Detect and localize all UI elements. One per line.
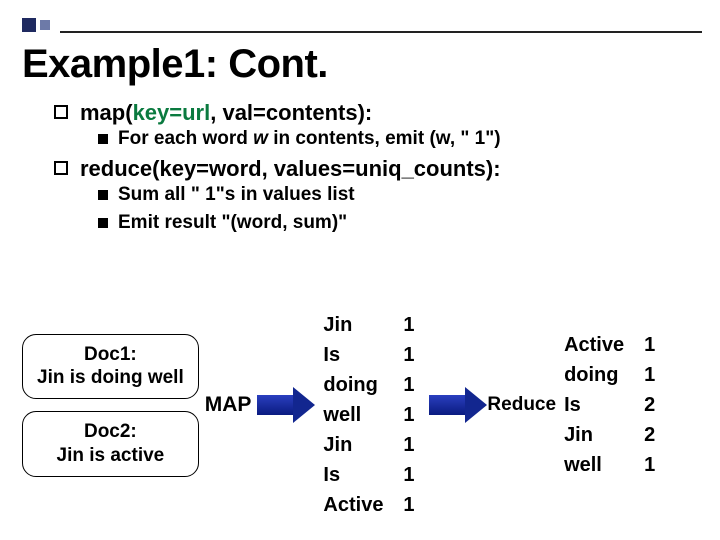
word-cell: Jin bbox=[323, 430, 403, 460]
word-cell: Is bbox=[323, 460, 403, 490]
slide-title: Example1: Cont. bbox=[22, 42, 328, 87]
slide-accent bbox=[22, 18, 54, 32]
reduce-arrow-icon bbox=[429, 385, 489, 425]
word-cell: well bbox=[323, 400, 403, 430]
word-cell: Jin bbox=[564, 420, 644, 450]
bullet-list: map(key=url, val=contents): For each wor… bbox=[54, 100, 700, 240]
count-cell: 1 bbox=[644, 450, 664, 480]
reduce-line: reduce(key=word, values=uniq_counts): bbox=[80, 156, 501, 182]
count-cell: 1 bbox=[403, 340, 423, 370]
word-cell: Is bbox=[323, 340, 403, 370]
count-cell: 1 bbox=[403, 490, 423, 520]
count-cell: 1 bbox=[644, 330, 664, 360]
kv-row: Jin1 bbox=[323, 430, 423, 460]
map-sub1w: w bbox=[253, 128, 268, 149]
word-cell: Jin bbox=[323, 310, 403, 340]
reduce-label: Reduce bbox=[487, 394, 556, 416]
word-cell: Is bbox=[564, 390, 644, 420]
count-cell: 1 bbox=[403, 460, 423, 490]
bullet-reduce-sub1: Sum all " 1"s in values list bbox=[98, 184, 700, 206]
slide-divider bbox=[60, 31, 702, 33]
kv-row: Is1 bbox=[323, 460, 423, 490]
bullet-square-icon bbox=[98, 134, 108, 144]
kv-row: Is2 bbox=[564, 390, 664, 420]
doc2-title: Doc2: bbox=[37, 420, 184, 444]
count-cell: 1 bbox=[403, 370, 423, 400]
word-cell: well bbox=[564, 450, 644, 480]
count-cell: 2 bbox=[644, 420, 664, 450]
doc1-box: Doc1: Jin is doing well bbox=[22, 334, 199, 400]
word-cell: Active bbox=[323, 490, 403, 520]
doc1-text: Jin is doing well bbox=[37, 366, 184, 390]
bullet-reduce: reduce(key=word, values=uniq_counts): bbox=[54, 156, 700, 182]
bullet-reduce-sub2: Emit result "(word, sum)" bbox=[98, 212, 700, 234]
map-rest: , val=contents): bbox=[210, 100, 372, 125]
reduce-sub2: Emit result "(word, sum)" bbox=[118, 212, 347, 234]
kv-row: well1 bbox=[564, 450, 664, 480]
count-cell: 1 bbox=[403, 400, 423, 430]
docs-column: Doc1: Jin is doing well Doc2: Jin is act… bbox=[22, 334, 199, 477]
kv-row: Is1 bbox=[323, 340, 423, 370]
kv-row: Jin2 bbox=[564, 420, 664, 450]
count-cell: 1 bbox=[644, 360, 664, 390]
kv-row: Active1 bbox=[564, 330, 664, 360]
reduce-output-column: Active1doing1Is2Jin2well1 bbox=[564, 330, 664, 480]
kv-row: doing1 bbox=[323, 370, 423, 400]
diagram: Doc1: Jin is doing well Doc2: Jin is act… bbox=[22, 290, 710, 520]
bullet-map: map(key=url, val=contents): bbox=[54, 100, 700, 126]
count-cell: 1 bbox=[403, 430, 423, 460]
map-prefix: map( bbox=[80, 100, 133, 125]
count-cell: 1 bbox=[403, 310, 423, 340]
bullet-box-icon bbox=[54, 105, 68, 119]
reduce-sub1: Sum all " 1"s in values list bbox=[118, 184, 355, 206]
count-cell: 2 bbox=[644, 390, 664, 420]
bullet-map-sub1: For each word w in contents, emit (w, " … bbox=[98, 128, 700, 150]
bullet-square-icon bbox=[98, 218, 108, 228]
word-cell: doing bbox=[564, 360, 644, 390]
doc2-text: Jin is active bbox=[37, 444, 184, 468]
kv-row: doing1 bbox=[564, 360, 664, 390]
map-sub1a: For each word bbox=[118, 128, 253, 149]
map-output-column: Jin1Is1doing1well1Jin1Is1Active1 bbox=[323, 310, 423, 520]
bullet-box-icon bbox=[54, 161, 68, 175]
bullet-square-icon bbox=[98, 190, 108, 200]
map-key: key=url bbox=[133, 100, 211, 125]
map-label: MAP bbox=[205, 393, 252, 417]
word-cell: Active bbox=[564, 330, 644, 360]
doc1-title: Doc1: bbox=[37, 343, 184, 367]
kv-row: well1 bbox=[323, 400, 423, 430]
word-cell: doing bbox=[323, 370, 403, 400]
kv-row: Active1 bbox=[323, 490, 423, 520]
kv-row: Jin1 bbox=[323, 310, 423, 340]
doc2-box: Doc2: Jin is active bbox=[22, 411, 199, 477]
map-sub1b: in contents, emit (w, " 1") bbox=[268, 128, 501, 149]
map-arrow-icon bbox=[257, 385, 317, 425]
